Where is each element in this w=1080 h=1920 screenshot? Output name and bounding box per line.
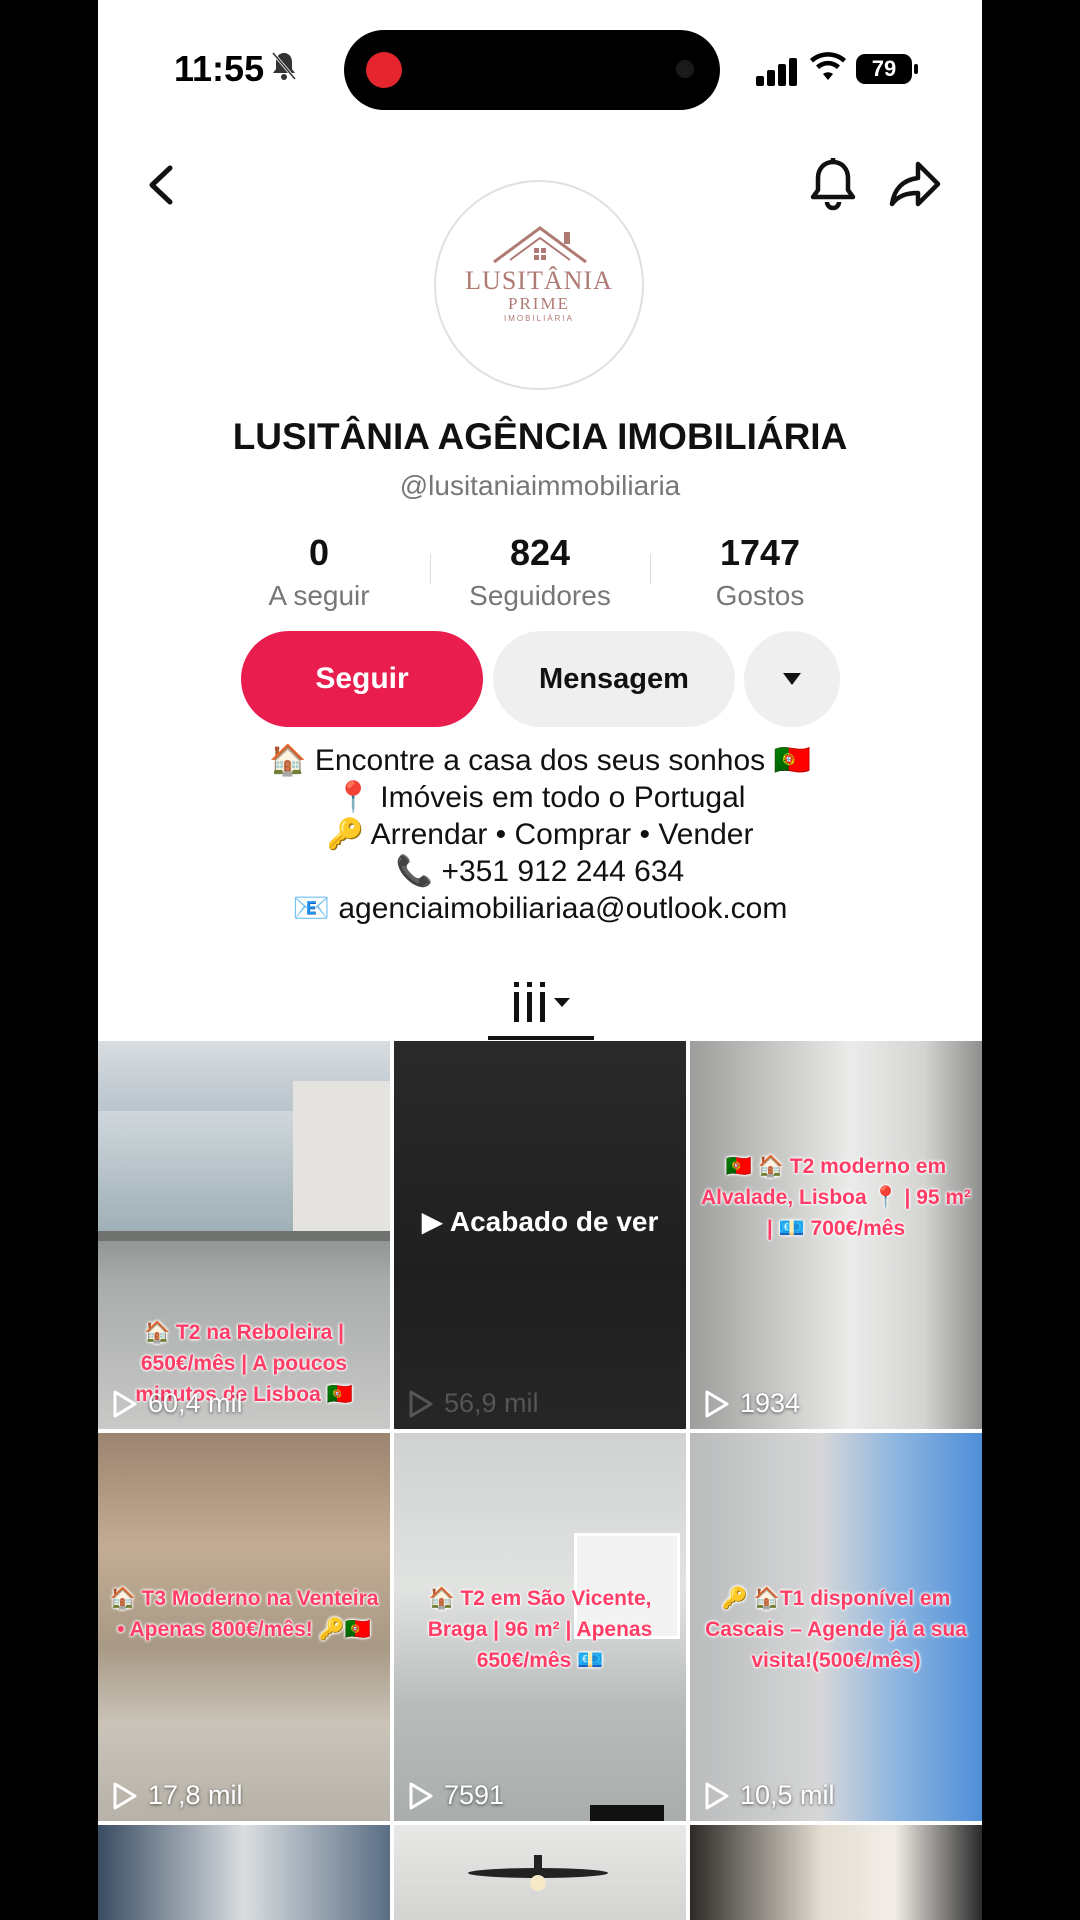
view-count: 7591	[408, 1780, 504, 1811]
video-tile[interactable]: 🇵🇹 🏠 T2 moderno em Alvalade, Lisboa 📍 | …	[690, 1041, 982, 1429]
video-tile[interactable]: 🏠 T2 na Reboleira | 650€/mês | A poucos …	[98, 1041, 390, 1429]
stat-value: 1747	[719, 532, 801, 573]
stat-label: A seguir	[268, 580, 370, 611]
stat-divider	[650, 554, 651, 584]
logo-tagline: IMOBILIÁRIA	[503, 314, 574, 323]
view-count-value: 1934	[740, 1388, 801, 1418]
profile-handle: @lusitaniaimmobiliaria	[399, 470, 681, 501]
stat-following[interactable]: 0 A seguir	[219, 532, 419, 612]
stat-label: Gostos	[715, 580, 805, 611]
bio-email[interactable]: 📧 agenciaimobiliariaa@outlook.com	[98, 890, 982, 927]
play-icon	[705, 1390, 729, 1417]
share-icon[interactable]	[888, 156, 944, 212]
view-count-value: 17,8 mil	[148, 1780, 243, 1810]
play-icon	[113, 1390, 137, 1417]
wifi-icon	[810, 52, 846, 87]
stat-value: 824	[509, 532, 571, 573]
video-grid-tab-icon[interactable]	[512, 980, 572, 1029]
video-tile[interactable]	[98, 1825, 390, 1920]
bio-line: 🔑 Arrendar • Comprar • Vender	[326, 818, 754, 851]
bio-line: 🏠 Encontre a casa dos seus sonhos 🇵🇹	[269, 744, 811, 777]
stat-label: Seguidores	[469, 580, 611, 611]
cellular-signal-icon	[756, 56, 800, 86]
silent-bell-icon	[270, 50, 298, 90]
active-tab-indicator	[488, 1036, 594, 1040]
suggested-accounts-dropdown-button[interactable]	[744, 631, 840, 727]
view-count: 60,4 mil	[112, 1388, 243, 1419]
bio-line: 📞 +351 912 244 634	[395, 855, 685, 888]
view-count-value: 10,5 mil	[740, 1780, 835, 1810]
stat-value: 0	[308, 532, 330, 573]
video-grid: 🏠 T2 na Reboleira | 650€/mês | A poucos …	[98, 1041, 982, 1920]
status-bar: 11:55 79	[98, 0, 982, 140]
back-icon[interactable]	[138, 160, 188, 210]
view-count: 10,5 mil	[704, 1780, 835, 1811]
video-caption: 🏠 T2 em São Vicente, Braga | 96 m² | Ape…	[427, 1587, 653, 1672]
video-tile[interactable]: 🏠 T2 em São Vicente, Braga | 96 m² | Ape…	[394, 1433, 686, 1821]
recently-watched-label: ▶ Acabado de ver	[421, 1206, 659, 1237]
logo-subtitle: PRIME	[508, 294, 570, 313]
house-logo-icon	[493, 226, 587, 264]
battery-indicator: 79	[856, 54, 918, 84]
video-caption: 🇵🇹 🏠 T2 moderno em Alvalade, Lisboa 📍 | …	[700, 1155, 972, 1240]
profile-bio: 🏠 Encontre a casa dos seus sonhos 🇵🇹 📍 I…	[98, 742, 982, 927]
video-tile[interactable]: 🔑 🏠T1 disponível em Cascais – Agende já …	[690, 1433, 982, 1821]
view-count: 1934	[704, 1388, 800, 1419]
bio-line: 📍 Imóveis em todo o Portugal	[334, 781, 746, 814]
play-icon	[409, 1782, 433, 1809]
stat-followers[interactable]: 824 Seguidores	[440, 532, 640, 612]
message-button[interactable]: Mensagem	[493, 631, 735, 727]
avatar[interactable]: LUSITÂNIA PRIME IMOBILIÁRIA	[434, 180, 644, 390]
play-icon	[409, 1390, 433, 1417]
video-tile[interactable]: ▶ Acabado de ver 56,9 mil	[394, 1041, 686, 1429]
follow-button[interactable]: Seguir	[241, 631, 483, 727]
play-icon	[705, 1782, 729, 1809]
video-caption: 🔑 🏠T1 disponível em Cascais – Agende já …	[705, 1587, 967, 1672]
profile-screen: 11:55 79 LUSITÂNIA PRIME IMOBILIÁRIA LUS…	[98, 0, 982, 1920]
video-tile[interactable]: 🏠 T3 Moderno na Venteira • Apenas 800€/m…	[98, 1433, 390, 1821]
profile-name: LUSITÂNIA AGÊNCIA IMOBILIÁRIA	[232, 416, 848, 457]
play-icon	[113, 1782, 137, 1809]
view-count: 56,9 mil	[408, 1388, 539, 1419]
dynamic-island	[344, 30, 720, 110]
ceiling-fan	[468, 1855, 608, 1891]
logo-wordmark: LUSITÂNIA	[465, 266, 613, 295]
notification-bell-icon[interactable]	[806, 156, 860, 212]
video-tile[interactable]	[690, 1825, 982, 1920]
view-count-value: 56,9 mil	[444, 1388, 539, 1418]
view-count-value: 7591	[444, 1780, 505, 1810]
video-caption: 🏠 T3 Moderno na Venteira • Apenas 800€/m…	[109, 1587, 379, 1641]
view-count: 17,8 mil	[112, 1780, 243, 1811]
view-count-value: 60,4 mil	[148, 1388, 243, 1418]
stat-likes[interactable]: 1747 Gostos	[660, 532, 860, 612]
stat-divider	[430, 554, 431, 584]
video-tile[interactable]	[394, 1825, 686, 1920]
content-tab-bar	[98, 970, 982, 1042]
status-time: 11:55	[174, 48, 265, 89]
camera-dot	[676, 60, 694, 78]
recording-indicator-icon	[366, 52, 402, 88]
